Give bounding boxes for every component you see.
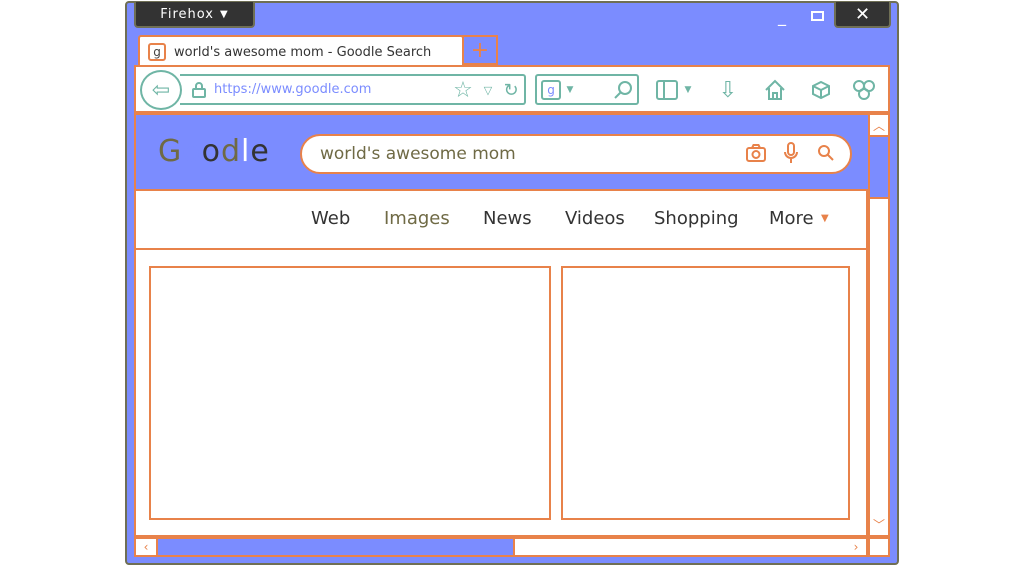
search-icon[interactable] (612, 78, 634, 102)
search-engine-icon[interactable]: g (541, 80, 561, 100)
new-tab-button[interactable]: + (462, 35, 498, 65)
logo-letter: o (182, 134, 202, 169)
search-query-text: world's awesome mom (320, 144, 516, 164)
lock-icon (192, 81, 206, 98)
minimize-button[interactable]: _ (770, 4, 794, 28)
vertical-scroll-thumb[interactable] (870, 137, 888, 199)
image-result-card[interactable] (149, 266, 551, 520)
tab-active[interactable]: g world's awesome mom - Goodle Search (138, 35, 464, 67)
menu-circles-icon[interactable] (850, 77, 878, 103)
scrollbar-corner (868, 537, 890, 557)
camera-icon[interactable] (744, 142, 768, 164)
search-input[interactable]: world's awesome mom (300, 134, 852, 174)
maximize-icon (810, 11, 824, 21)
microphone-icon[interactable] (780, 141, 802, 165)
app-menu-label: Firehox (160, 6, 214, 22)
scroll-right-icon[interactable]: › (848, 539, 864, 555)
horizontal-scrollbar[interactable]: ‹ › (134, 537, 868, 557)
download-icon[interactable]: ⇩ (716, 77, 740, 103)
logo-letter: e (250, 134, 270, 169)
reload-icon[interactable]: ↻ (500, 76, 522, 104)
favicon-icon: g (148, 43, 166, 61)
dropdown-triangle-icon: ▼ (219, 8, 229, 20)
back-arrow-icon: ⇦ (151, 77, 171, 103)
nav-web[interactable]: Web (311, 208, 350, 229)
scroll-down-icon[interactable]: ﹀ (870, 516, 888, 533)
nav-more[interactable]: More (769, 208, 814, 229)
sidebar-icon[interactable] (654, 78, 680, 102)
search-engine-dropdown-icon[interactable]: ▼ (563, 80, 577, 100)
app-menu-button[interactable]: Firehox ▼ (134, 2, 255, 28)
more-dropdown-icon[interactable]: ▼ (821, 213, 829, 224)
vertical-scrollbar[interactable]: ︿ ﹀ (868, 113, 890, 537)
bookmark-star-icon[interactable]: ☆ (450, 76, 476, 104)
logo-letter: l (241, 134, 251, 169)
url-text: https://www.goodle.com (214, 82, 372, 97)
back-button[interactable]: ⇦ (140, 70, 182, 110)
nav-news[interactable]: News (483, 208, 532, 229)
close-button[interactable]: ✕ (834, 2, 891, 28)
nav-videos[interactable]: Videos (565, 208, 625, 229)
nav-shopping[interactable]: Shopping (654, 208, 739, 229)
scroll-left-icon[interactable]: ‹ (136, 539, 158, 555)
plus-icon: + (470, 37, 490, 63)
close-icon: ✕ (854, 3, 871, 25)
tab-title: world's awesome mom - Goodle Search (174, 44, 432, 60)
logo-letter: o (201, 134, 221, 169)
extension-cube-icon[interactable] (808, 77, 834, 103)
logo-letter: d (220, 134, 242, 169)
home-icon[interactable] (762, 77, 788, 103)
scroll-up-icon[interactable]: ︿ (870, 115, 888, 137)
site-logo[interactable]: Goodle (158, 134, 270, 169)
horizontal-scroll-thumb[interactable] (158, 539, 515, 555)
sidebar-dropdown-icon[interactable]: ▼ (681, 80, 695, 100)
minimize-icon: _ (778, 6, 786, 26)
logo-letter: G (158, 134, 183, 169)
maximize-button[interactable] (805, 4, 829, 28)
url-dropdown-icon[interactable]: ▽ (480, 78, 496, 102)
search-submit-icon[interactable] (815, 142, 837, 164)
nav-images[interactable]: Images (384, 208, 450, 229)
image-result-card[interactable] (561, 266, 850, 520)
